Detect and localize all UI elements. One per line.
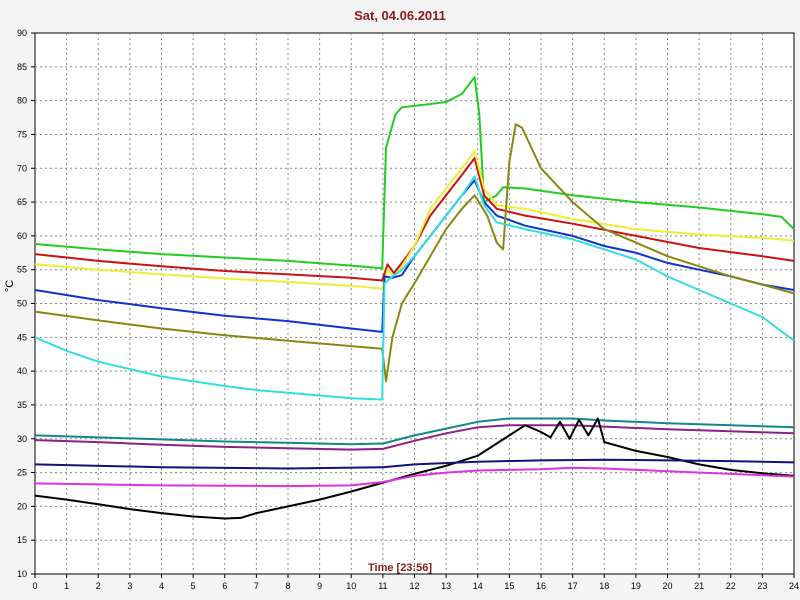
- x-tick-label: 8: [285, 581, 290, 591]
- x-tick-label: 13: [441, 581, 451, 591]
- x-tick-label: 7: [254, 581, 259, 591]
- x-tick-label: 6: [222, 581, 227, 591]
- x-tick-label: 23: [757, 581, 767, 591]
- x-tick-label: 24: [789, 581, 799, 591]
- y-tick-label: 70: [17, 163, 27, 173]
- y-tick-label: 35: [17, 400, 27, 410]
- y-tick-label: 80: [17, 96, 27, 106]
- x-tick-label: 9: [317, 581, 322, 591]
- x-tick-label: 11: [378, 581, 387, 591]
- x-tick-label: 12: [409, 581, 419, 591]
- x-tick-label: 4: [159, 581, 164, 591]
- x-tick-label: 22: [726, 581, 736, 591]
- x-tick-label: 5: [191, 581, 196, 591]
- temperature-chart: 0 1 2 3 4 5 6 7 8 9 10 11 12 13 14 15 16 17 18 19 20 21 22 23 24…: [0, 0, 800, 600]
- y-tick-label: 20: [17, 501, 27, 511]
- y-tick-label: 25: [17, 468, 27, 478]
- x-tick-label: 16: [536, 581, 546, 591]
- y-tick-label: 30: [17, 434, 27, 444]
- y-tick-label: 65: [17, 197, 27, 207]
- y-tick-label: 40: [17, 366, 27, 376]
- chart-title: Sat, 04.06.2011: [354, 8, 446, 23]
- y-tick-label: 60: [17, 231, 27, 241]
- y-tick-label: 15: [17, 535, 27, 545]
- x-tick-label: 18: [599, 581, 609, 591]
- y-axis-label: °C: [4, 279, 17, 293]
- y-tick-label: 90: [17, 28, 27, 38]
- x-tick-label: 10: [346, 581, 356, 591]
- y-tick-label: 55: [17, 265, 27, 275]
- x-tick-label: 19: [631, 581, 641, 591]
- x-tick-label: 17: [568, 581, 578, 591]
- x-tick-label: 3: [127, 581, 132, 591]
- y-tick-label: 85: [17, 62, 27, 72]
- x-tick-label: 14: [473, 581, 483, 591]
- x-tick-label: 21: [694, 581, 704, 591]
- y-tick-label: 75: [17, 129, 27, 139]
- x-tick-label: 2: [96, 581, 101, 591]
- x-tick-label: 15: [504, 581, 514, 591]
- x-tick-label: 0: [32, 581, 37, 591]
- x-axis-label: Time [23:56]: [368, 562, 432, 574]
- y-tick-label: 50: [17, 299, 27, 309]
- x-tick-label: 20: [662, 581, 672, 591]
- x-tick-label: 1: [64, 581, 69, 591]
- y-tick-label: 45: [17, 332, 27, 342]
